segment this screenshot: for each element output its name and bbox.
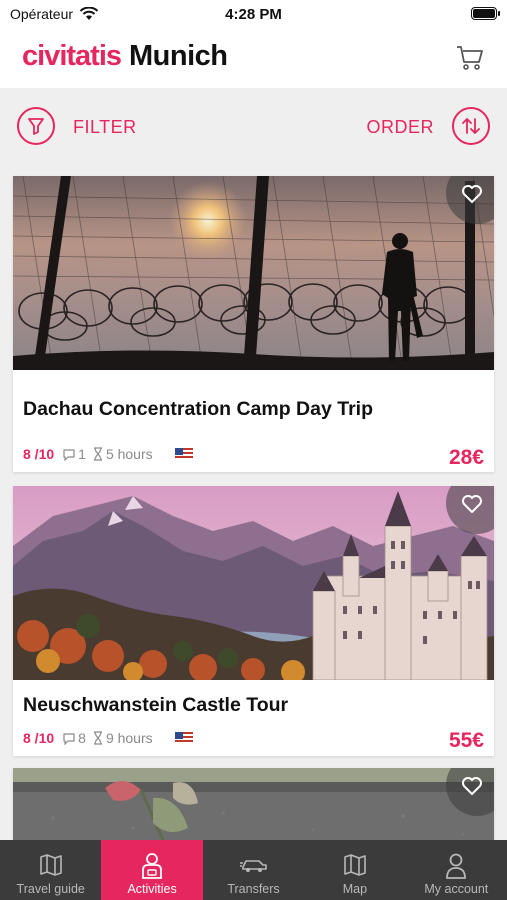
- activity-title[interactable]: Neuschwanstein Castle Tour: [23, 694, 288, 717]
- activity-photo-memorial: [13, 768, 494, 848]
- activity-card[interactable]: [13, 768, 494, 848]
- duration: 5 hours: [105, 446, 153, 462]
- us-flag-icon: [174, 448, 193, 460]
- comment-icon: [63, 448, 75, 461]
- comment-icon: [63, 732, 75, 745]
- order-label[interactable]: ORDER: [366, 117, 434, 138]
- battery-icon: [471, 7, 500, 20]
- filter-button[interactable]: [17, 107, 55, 145]
- tab-label: Map: [342, 882, 368, 896]
- hourglass-icon: [93, 447, 102, 461]
- activity-card[interactable]: Dachau Concentration Camp Day Trip 8 /10…: [13, 176, 494, 472]
- tab-label: Travel guide: [16, 882, 85, 896]
- heart-icon: [462, 185, 482, 203]
- map-icon: [344, 854, 366, 876]
- civitatis-logo: civitatis: [22, 40, 122, 72]
- hourglass-icon: [93, 731, 102, 745]
- tab-travel-guide[interactable]: Travel guide: [0, 840, 101, 900]
- tab-my-account[interactable]: My account: [406, 840, 507, 900]
- tab-map[interactable]: Map: [304, 840, 405, 900]
- activity-card[interactable]: Neuschwanstein Castle Tour 8 /10 8 9 hou…: [13, 486, 494, 756]
- page-title: Munich: [129, 40, 228, 72]
- app-header: civitatis Munich: [0, 28, 507, 88]
- account-icon: [446, 853, 467, 879]
- tab-transfers[interactable]: Transfers: [203, 840, 304, 900]
- us-flag-icon: [174, 732, 193, 744]
- activity-price: 28€: [448, 446, 484, 469]
- brand-title: civitatis Munich: [22, 40, 228, 73]
- review-count: 8: [78, 730, 86, 746]
- activity-title[interactable]: Dachau Concentration Camp Day Trip: [23, 398, 373, 421]
- rating-score: 8 /10: [23, 730, 55, 746]
- car-icon: [239, 860, 267, 872]
- tab-label: Activities: [127, 882, 177, 896]
- bottom-tab-bar: Travel guide Activities Transfers Map My…: [0, 840, 507, 900]
- status-bar: Opérateur 4:28 PM: [0, 0, 507, 28]
- activity-meta: 8 /10 8 9 hours: [23, 730, 193, 746]
- duration: 9 hours: [105, 730, 153, 746]
- activity-meta: 8 /10 1 5 hours: [23, 446, 193, 462]
- activity-photo-dachau: [13, 176, 494, 370]
- status-time: 4:28 PM: [225, 6, 282, 23]
- order-button[interactable]: [452, 107, 490, 145]
- person-icon: [142, 853, 163, 879]
- heart-icon: [462, 495, 482, 513]
- filter-order-bar: FILTER ORDER: [0, 88, 507, 164]
- cart-icon[interactable]: [455, 44, 485, 72]
- heart-icon: [462, 777, 482, 795]
- tab-label: Transfers: [227, 882, 280, 896]
- funnel-icon: [28, 118, 44, 135]
- rating-score: 8 /10: [23, 446, 55, 462]
- tab-activities[interactable]: Activities: [101, 840, 203, 900]
- map-book-icon: [39, 854, 62, 876]
- activity-price: 55€: [448, 729, 484, 752]
- sort-arrows-icon: [462, 118, 480, 134]
- activity-photo-neuschwanstein: [13, 486, 494, 680]
- review-count: 1: [78, 446, 86, 462]
- tab-label: My account: [424, 882, 489, 896]
- filter-label[interactable]: FILTER: [73, 117, 137, 138]
